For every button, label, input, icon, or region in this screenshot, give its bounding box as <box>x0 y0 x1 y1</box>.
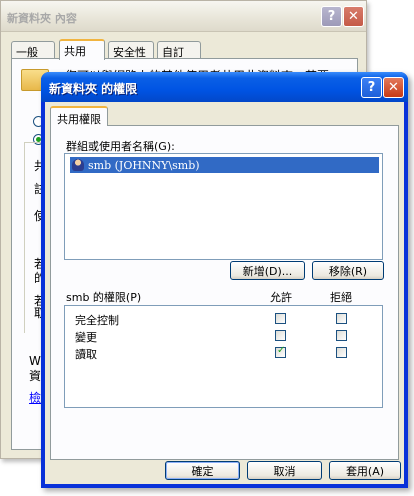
properties-title: 新資料夾 內容 <box>7 12 77 25</box>
properties-titlebar[interactable]: 新資料夾 內容 ? ✕ <box>1 1 366 32</box>
help-icon[interactable]: ? <box>361 77 382 98</box>
tab-security[interactable]: 安全性 <box>108 41 154 59</box>
deny-change-checkbox[interactable] <box>336 330 347 341</box>
permissions-titlebar[interactable]: 新資料夾 的權限 ? ✕ <box>41 72 408 102</box>
allow-read-checkbox[interactable] <box>275 345 286 358</box>
allow-header: 允許 <box>270 291 292 304</box>
tab-share-permissions[interactable]: 共用權限 <box>50 106 108 126</box>
deny-header: 拒絕 <box>330 291 352 304</box>
allow-change-checkbox[interactable] <box>275 330 286 341</box>
perm-full-control: 完全控制 <box>75 314 119 327</box>
users-label: 群組或使用者名稱(G): <box>66 140 175 153</box>
help-icon[interactable]: ? <box>321 6 342 27</box>
tab-sharing[interactable]: 共用 <box>59 39 105 60</box>
perm-change: 變更 <box>75 331 97 344</box>
remove-button[interactable]: 移除(R) <box>312 261 384 280</box>
perm-read: 讀取 <box>75 348 97 361</box>
permissions-table: 完全控制 變更 讀取 <box>64 305 383 408</box>
permissions-title: 新資料夾 的權限 <box>49 82 138 96</box>
ok-button[interactable]: 確定 <box>165 461 240 480</box>
deny-full-control-checkbox[interactable] <box>336 313 347 324</box>
permissions-label: smb 的權限(P) <box>66 291 142 304</box>
user-name: smb (JOHNNY\smb) <box>88 158 200 172</box>
close-icon[interactable]: ✕ <box>343 6 364 27</box>
add-button[interactable]: 新增(D)... <box>230 261 305 280</box>
apply-button[interactable]: 套用(A) <box>329 461 401 480</box>
view-settings-link[interactable]: 檢 <box>29 389 41 406</box>
close-icon[interactable]: ✕ <box>383 77 404 98</box>
cancel-button[interactable]: 取消 <box>247 461 322 480</box>
tab-customize[interactable]: 自訂 <box>157 41 201 59</box>
tab-general[interactable]: 一般 <box>11 41 55 59</box>
user-icon <box>72 159 84 171</box>
users-list[interactable]: smb (JOHNNY\smb) <box>64 153 383 260</box>
dialog-client: 共用權限 群組或使用者名稱(G): smb (JOHNNY\smb) 新增(D)… <box>45 102 404 484</box>
list-item[interactable]: smb (JOHNNY\smb) <box>70 157 379 173</box>
allow-full-control-checkbox[interactable] <box>275 313 286 324</box>
deny-read-checkbox[interactable] <box>336 347 347 358</box>
permissions-dialog: 新資料夾 的權限 ? ✕ 共用權限 群組或使用者名稱(G): smb (JOHN… <box>41 72 408 488</box>
